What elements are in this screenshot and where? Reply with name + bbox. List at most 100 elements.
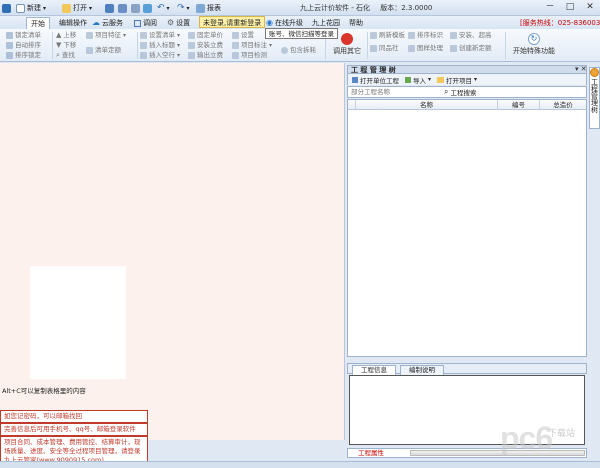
set-list-button[interactable]: 设置清单 ▾: [140, 31, 180, 40]
project-check-button[interactable]: 项目检测: [232, 51, 267, 60]
call-other-icon: [341, 33, 353, 45]
refresh-template-button[interactable]: 刷新模板: [370, 31, 405, 40]
sort-flag-button[interactable]: 排序标识: [408, 31, 443, 40]
check-icon: [232, 52, 239, 59]
watermark-logo: pc6: [500, 420, 553, 456]
project-tree-toolbar: 打开单位工程 导入 ▾ 打开项目 ▾: [347, 74, 587, 85]
watermark-subtext: 下载站: [548, 428, 576, 438]
find-button[interactable]: ⌕ 查找: [56, 51, 75, 60]
tab-view[interactable]: 调阅: [130, 17, 161, 29]
refresh-button[interactable]: [143, 2, 152, 14]
table-icon: [86, 47, 93, 54]
undo-button[interactable]: ↶ ▾: [157, 2, 170, 14]
project-tree-icon: [590, 68, 599, 77]
same-product-button[interactable]: 同品社: [370, 44, 399, 53]
install-fee-button[interactable]: 安装立费: [188, 41, 223, 50]
move-down-button[interactable]: ▼ 下移: [56, 41, 76, 50]
message-password-recovery[interactable]: 如您记密码，可以邮箱找回: [0, 410, 148, 423]
close-button[interactable]: ✕: [580, 1, 600, 14]
column-header-total[interactable]: 总造价: [540, 100, 586, 110]
login-tooltip: 账号、微信扫描等登录: [265, 28, 338, 39]
sort-lock-button[interactable]: 排序锁定: [6, 51, 41, 60]
flag-icon: [408, 32, 415, 39]
save-as-button[interactable]: [118, 2, 127, 14]
app-logo-icon: [2, 3, 11, 13]
print-icon: [131, 3, 140, 13]
tab-cloud-service[interactable]: ☁ 云服务: [88, 17, 127, 29]
property-scrollbar[interactable]: [410, 450, 585, 456]
ribbon-divider: [137, 32, 138, 59]
save-button[interactable]: [105, 2, 114, 14]
lock-list-button[interactable]: 锁定清单: [6, 31, 41, 40]
include-loss-button[interactable]: 包含拆耗: [281, 46, 316, 55]
drawing-icon: [408, 45, 415, 52]
ribbon-divider: [367, 32, 368, 59]
drawing-process-button[interactable]: 图样处理: [408, 44, 443, 53]
project-search-input[interactable]: [348, 87, 436, 97]
project-search-button[interactable]: ⌕ 工程搜索: [444, 87, 476, 97]
tab-edit[interactable]: 编辑操作: [55, 17, 91, 29]
insert-title-button[interactable]: 插入标题 ▾: [140, 41, 180, 50]
column-header-code[interactable]: 编号: [498, 100, 540, 110]
import-button[interactable]: 导入 ▾: [405, 75, 431, 85]
open-unit-project-button[interactable]: 打开单位工程: [352, 75, 399, 85]
open-button[interactable]: 打开 ▾: [62, 2, 92, 14]
redo-icon: ↷: [177, 3, 185, 13]
minimize-button[interactable]: －: [540, 1, 560, 14]
project-search-row: ⌕ 工程搜索: [347, 86, 587, 98]
project-mark-button[interactable]: 项目标注 ▾: [232, 41, 272, 50]
pin-icon: [188, 32, 195, 39]
redo-button[interactable]: ↷ ▾: [177, 2, 190, 14]
sort-lock-icon: [6, 52, 13, 59]
fixed-price-button[interactable]: 固定单价: [188, 31, 223, 40]
cloud-icon: ☁: [92, 18, 100, 27]
new-button[interactable]: 新建 ▾: [16, 2, 46, 14]
app-menu-button[interactable]: [2, 2, 11, 14]
feature-icon: [86, 32, 93, 39]
report-icon: [196, 3, 205, 13]
status-bar: [0, 461, 600, 468]
lock-icon: [6, 32, 13, 39]
undo-icon: ↶: [157, 3, 165, 13]
tab-project-info[interactable]: 工程信息: [352, 365, 396, 375]
arrow-down-icon: ▼: [56, 41, 62, 49]
auto-sort-button[interactable]: 自动排序: [6, 41, 41, 50]
tab-compile-notes[interactable]: 编制说明: [400, 365, 444, 375]
app-title: 九上云计价软件 - 石化 版本：2.3.0000: [300, 4, 433, 12]
loss-icon: [281, 47, 288, 54]
main-content-area[interactable]: [0, 63, 345, 440]
list-quota-button[interactable]: 清单定额: [86, 46, 121, 55]
arrow-up-icon: ▲: [56, 31, 62, 39]
report-button[interactable]: 报表: [196, 2, 221, 14]
message-login-options[interactable]: 完善信息后可用手机号、qq号、邮箱登录软件: [0, 423, 148, 436]
search-icon: ⌕: [444, 87, 449, 96]
product-icon: [370, 45, 377, 52]
tab-settings[interactable]: ⚙ 设置: [163, 17, 194, 29]
create-quota-button[interactable]: 创建新定额: [450, 44, 492, 53]
open-project-button[interactable]: 打开项目 ▾: [437, 75, 477, 85]
project-info-tabs: 工程信息 编制说明: [347, 363, 587, 375]
import-icon: [405, 76, 411, 83]
message-cloud-manager[interactable]: 项目合同、成本管理、费用管控、结算审计，现场质量、进度、安全等全过程项目管理，请…: [0, 436, 148, 464]
column-header-name[interactable]: 名称: [356, 100, 498, 110]
special-function-button[interactable]: ↻ 开始特殊功能: [510, 33, 558, 56]
project-feature-button[interactable]: 项目特征 ▾: [86, 31, 126, 40]
create-icon: [450, 45, 457, 52]
setting-icon: [232, 32, 239, 39]
panel-pin-close[interactable]: ▾ ✕: [575, 65, 587, 73]
template-icon: [370, 32, 377, 39]
maximize-button[interactable]: □: [560, 1, 580, 14]
install-height-button[interactable]: 安装、超高: [450, 31, 492, 40]
header-spacer: [348, 100, 356, 110]
tab-help[interactable]: 帮助: [345, 17, 367, 29]
project-tree-table[interactable]: 名称 编号 总造价: [347, 99, 587, 357]
print-button[interactable]: [131, 2, 140, 14]
setting-button[interactable]: 设置: [232, 31, 254, 40]
folder-icon: [62, 3, 71, 13]
login-status-badge[interactable]: 未登录,请重新登录: [199, 16, 266, 28]
gear-icon: ⚙: [167, 18, 175, 27]
tab-start[interactable]: 开始: [26, 17, 50, 29]
insert-row-button[interactable]: 插入空行 ▾: [140, 51, 180, 60]
move-up-button[interactable]: ▲ 上移: [56, 31, 76, 40]
output-fee-button[interactable]: 输出立费: [188, 51, 223, 60]
